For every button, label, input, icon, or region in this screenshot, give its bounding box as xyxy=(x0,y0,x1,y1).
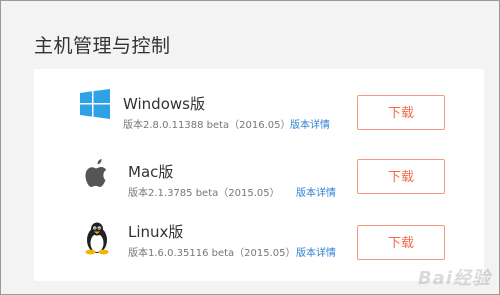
windows-version: 版本2.8.0.11388 beta（2016.05） xyxy=(123,120,291,131)
linux-tux-icon xyxy=(82,221,118,257)
linux-name: Linux版 xyxy=(128,223,184,241)
windows-details-link[interactable]: 版本详情 xyxy=(290,116,330,131)
download-row-linux: Linux版 版本1.6.0.35116 beta（2015.05） 版本详情 … xyxy=(34,211,484,277)
page-title: 主机管理与控制 xyxy=(34,35,171,57)
app-frame: 主机管理与控制 Windows版 版本2.8.0.11388 beta（2016… xyxy=(0,0,500,295)
watermark-logo: Bai经验 xyxy=(417,268,491,289)
windows-name: Windows版 xyxy=(123,95,205,113)
mac-details-link[interactable]: 版本详情 xyxy=(296,184,336,199)
download-row-windows: Windows版 版本2.8.0.11388 beta（2016.05） 版本详… xyxy=(34,77,484,143)
mac-version: 版本2.1.3785 beta（2015.05） xyxy=(128,188,280,199)
download-row-mac: Mac版 版本2.1.3785 beta（2015.05） 版本详情 下载 xyxy=(34,145,484,211)
linux-details-link[interactable]: 版本详情 xyxy=(296,244,336,259)
mac-download-button[interactable]: 下载 xyxy=(357,159,445,194)
mac-name: Mac版 xyxy=(128,163,174,181)
windows-download-button[interactable]: 下载 xyxy=(357,95,445,130)
apple-icon xyxy=(82,157,118,193)
linux-download-button[interactable]: 下载 xyxy=(357,225,445,260)
windows-icon xyxy=(80,89,116,125)
download-card: Windows版 版本2.8.0.11388 beta（2016.05） 版本详… xyxy=(34,69,484,281)
linux-version: 版本1.6.0.35116 beta（2015.05） xyxy=(128,248,296,259)
